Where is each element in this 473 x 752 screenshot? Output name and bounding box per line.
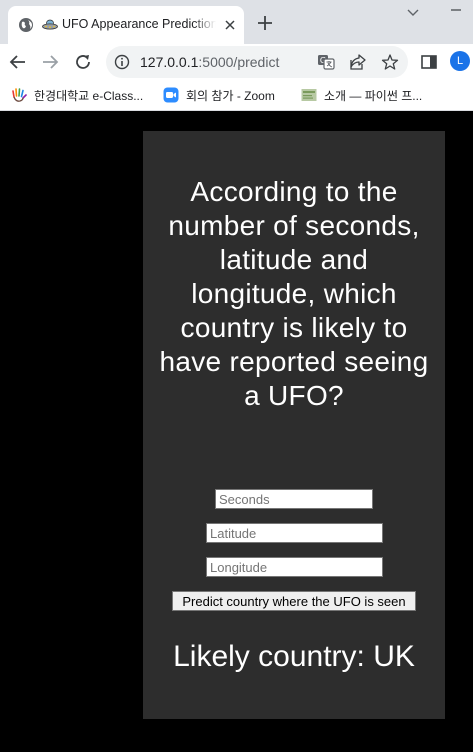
page-title: According to the number of seconds, lati…	[159, 176, 429, 411]
bookmark-item[interactable]: 회의 참가 - Zoom	[163, 84, 275, 106]
chevron-down-icon[interactable]	[406, 8, 420, 18]
ufo-icon	[42, 19, 58, 30]
tab-strip: UFO Appearance Prediction	[0, 0, 473, 44]
bookmark-label: 회의 참가 - Zoom	[186, 88, 275, 103]
profile-avatar[interactable]: L	[450, 51, 470, 71]
info-icon[interactable]	[114, 54, 130, 70]
predict-button[interactable]: Predict country where the UFO is seen	[172, 591, 416, 611]
close-icon[interactable]	[224, 19, 236, 31]
bookmark-item[interactable]: 한경대학교 e-Class...	[11, 84, 143, 106]
new-tab-icon[interactable]	[256, 14, 274, 32]
bookmark-label: 소개 — 파이썬 프...	[324, 88, 423, 103]
zoom-icon	[163, 87, 179, 103]
browser-chrome: UFO Appearance Prediction 127.0.0.1:5000…	[0, 0, 473, 111]
longitude-input[interactable]	[206, 557, 383, 577]
hand-logo-icon	[12, 88, 27, 102]
browser-tab[interactable]: UFO Appearance Prediction	[8, 6, 244, 44]
bookmark-star-icon[interactable]	[381, 53, 399, 71]
browser-toolbar: 127.0.0.1:5000/predict G L	[0, 44, 473, 80]
latitude-input[interactable]	[206, 523, 383, 543]
address-bar[interactable]: 127.0.0.1:5000/predict G	[106, 46, 408, 78]
seconds-input[interactable]	[215, 489, 373, 509]
prediction-card: According to the number of seconds, lati…	[143, 131, 445, 719]
bookmarks-bar: 한경대학교 e-Class... 회의 참가 - Zoom 소개 — 파이썬 프…	[0, 80, 473, 111]
globe-icon	[19, 18, 33, 32]
forward-arrow-icon[interactable]	[41, 53, 59, 71]
url-host: 127.0.0.1	[140, 54, 199, 70]
page-viewport: According to the number of seconds, lati…	[0, 111, 473, 752]
back-arrow-icon[interactable]	[9, 53, 27, 71]
bookmark-label: 한경대학교 e-Class...	[34, 88, 144, 103]
reload-icon[interactable]	[73, 52, 93, 72]
minimize-icon[interactable]	[449, 5, 463, 15]
tab-title: UFO Appearance Prediction	[62, 17, 216, 31]
translate-icon[interactable]: G	[317, 53, 335, 71]
prediction-result: Likely country: UK	[173, 640, 415, 673]
url-path: :5000/predict	[198, 54, 280, 70]
bookmark-item[interactable]: 소개 — 파이썬 프...	[301, 84, 422, 106]
share-icon[interactable]	[349, 53, 367, 71]
python-docs-icon	[301, 89, 317, 101]
side-panel-icon[interactable]	[420, 53, 438, 71]
url-text[interactable]: 127.0.0.1:5000/predict	[140, 54, 279, 70]
